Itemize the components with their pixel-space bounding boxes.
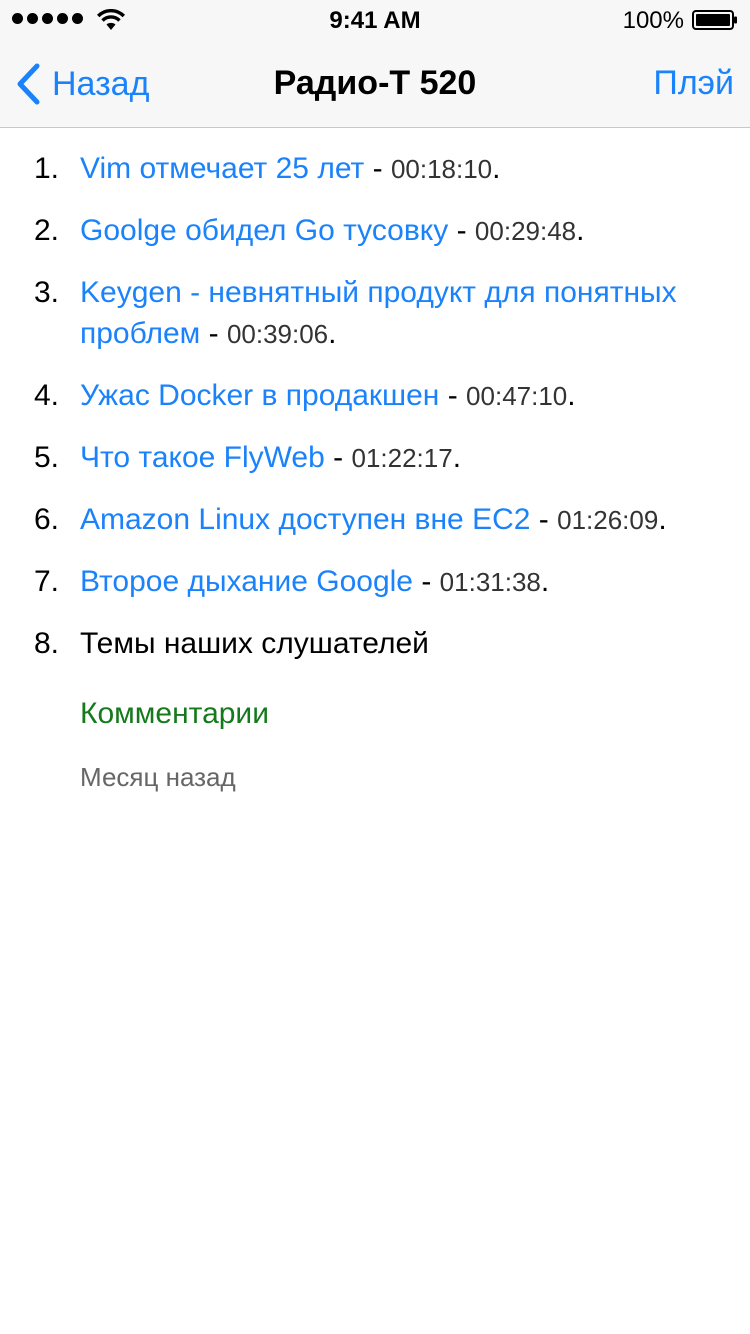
topic-item: 8. Темы наших слушателей bbox=[0, 623, 750, 664]
topic-timestamp: 01:26:09 bbox=[557, 505, 659, 535]
topic-end: . bbox=[492, 152, 501, 185]
topic-separator: - bbox=[324, 441, 352, 474]
topic-item: 4. Ужас Docker в продакшен - 00:47:10. bbox=[0, 375, 750, 417]
topic-separator: - bbox=[364, 152, 391, 185]
topic-timestamp: 00:47:10 bbox=[466, 381, 568, 411]
chevron-left-icon bbox=[17, 63, 40, 105]
comments-link[interactable]: Комментарии bbox=[80, 697, 269, 731]
topic-number: 4. bbox=[34, 379, 60, 412]
topic-timestamp: 01:31:38 bbox=[439, 567, 541, 597]
topic-end: . bbox=[576, 214, 585, 247]
topic-link[interactable]: Amazon Linux доступен вне EC2 bbox=[80, 503, 530, 536]
status-bar: 9:41 AM 100% bbox=[0, 0, 750, 40]
battery-percentage: 100% bbox=[622, 7, 684, 34]
topic-item: 5. Что такое FlyWeb - 01:22:17. bbox=[0, 437, 750, 479]
topic-timestamp: 01:22:17 bbox=[351, 443, 453, 473]
topic-timestamp: 00:29:48 bbox=[474, 216, 577, 246]
topic-item: 1. Vim отмечает 25 лет - 00:18:10. bbox=[0, 148, 750, 190]
topic-number: 5. bbox=[34, 441, 60, 474]
play-button[interactable]: Плэй bbox=[653, 64, 734, 103]
battery-icon bbox=[692, 10, 737, 30]
topic-separator: - bbox=[439, 379, 467, 412]
topic-end: . bbox=[567, 379, 576, 412]
topic-number: 6. bbox=[34, 503, 60, 536]
topic-link[interactable]: Vim отмечает 25 лет bbox=[80, 152, 364, 185]
post-age: Месяц назад bbox=[80, 762, 236, 792]
topic-separator: - bbox=[530, 503, 558, 536]
back-button[interactable]: Назад bbox=[14, 62, 149, 106]
topic-end: . bbox=[658, 503, 667, 536]
topic-end: . bbox=[540, 565, 550, 598]
topic-link[interactable]: Что такое FlyWeb bbox=[80, 441, 325, 474]
topic-timestamp: 00:18:10 bbox=[390, 154, 493, 184]
topic-item: 2. Goolge обидел Go тусовку - 00:29:48. bbox=[0, 210, 750, 252]
topic-separator: - bbox=[413, 565, 440, 598]
topic-number: 3. bbox=[34, 276, 60, 309]
topic-link[interactable]: Goolge обидел Go тусовку bbox=[80, 214, 448, 247]
topic-number: 2. bbox=[34, 214, 60, 247]
topic-link[interactable]: Второе дыхание Google bbox=[80, 565, 413, 598]
topic-link[interactable]: Keygen - невнятный продукт для понятных … bbox=[80, 276, 677, 350]
topics-list: 1. Vim отмечает 25 лет - 00:18:10. 2. Go… bbox=[0, 128, 750, 664]
topic-number: 8. bbox=[34, 627, 60, 660]
navigation-bar: Назад Радио-Т 520 Плэй bbox=[0, 40, 750, 128]
topic-item: 7. Второе дыхание Google - 01:31:38. bbox=[0, 561, 750, 603]
topic-timestamp: 00:39:06 bbox=[226, 319, 329, 349]
topic-separator: - bbox=[448, 214, 475, 247]
topic-text: Темы наших слушателей bbox=[80, 627, 429, 660]
topic-number: 1. bbox=[34, 152, 60, 185]
topic-link[interactable]: Ужас Docker в продакшен bbox=[80, 379, 439, 412]
topic-end: . bbox=[452, 441, 462, 474]
topic-separator: - bbox=[200, 317, 227, 350]
topic-item: 6. Amazon Linux доступен вне EC2 - 01:26… bbox=[0, 499, 750, 541]
topic-number: 7. bbox=[34, 565, 60, 598]
back-button-label: Назад bbox=[52, 64, 150, 103]
topic-end: . bbox=[328, 317, 337, 350]
topic-item: 3. Keygen - невнятный продукт для понятн… bbox=[0, 272, 750, 355]
